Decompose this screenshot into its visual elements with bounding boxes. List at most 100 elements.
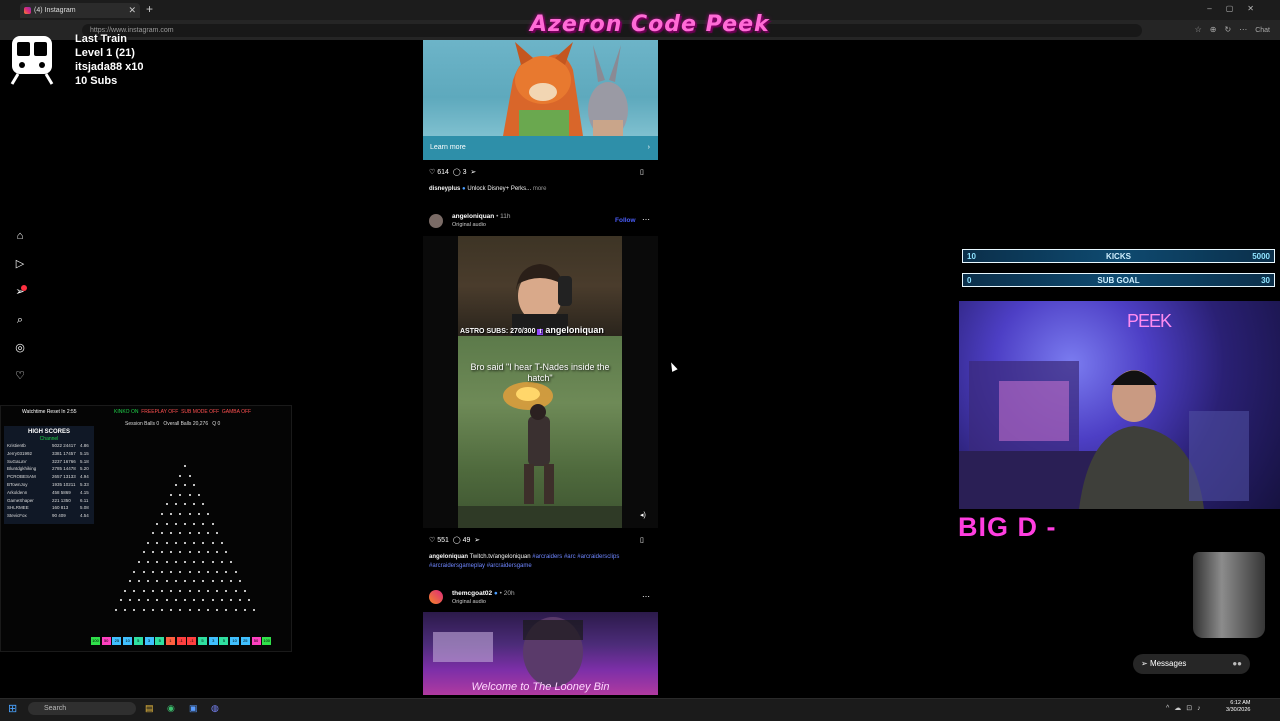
share-icon[interactable]: ➢ xyxy=(470,169,476,176)
plinko-slot: -1 xyxy=(187,637,197,645)
plinko-slot: 10 xyxy=(230,637,240,645)
plinko-peg xyxy=(207,589,209,592)
mute-icon[interactable]: ◂) xyxy=(640,511,646,519)
plinko-peg xyxy=(161,513,163,515)
train-level: Level 1 (21) xyxy=(75,47,135,59)
save-icon[interactable]: ▯ xyxy=(640,536,644,544)
browser-tab[interactable]: (4) Instagram ✕ xyxy=(20,3,140,18)
alert-text: BIG D - xyxy=(958,512,1057,542)
plinko-peg xyxy=(188,493,191,496)
ad-image[interactable] xyxy=(423,40,658,136)
like-icon[interactable]: ♡ xyxy=(429,537,435,544)
taskbar-search[interactable]: Search xyxy=(28,702,136,715)
notifications-icon[interactable]: ♡ xyxy=(13,369,27,383)
post3-username-text[interactable]: themcgoat02 xyxy=(452,590,492,597)
discord-icon[interactable]: ◍ xyxy=(211,703,219,714)
stream-title: Azeron Code Peek xyxy=(530,12,770,37)
message-avatars: ●● xyxy=(1232,659,1242,668)
verified-icon: ● xyxy=(493,590,498,597)
plinko-peg xyxy=(151,589,154,592)
score-name: Bluntdgkhiking xyxy=(7,466,37,472)
kinko-status: KINKO ON xyxy=(114,409,139,415)
messages-button[interactable]: ➢ Messages ●● xyxy=(1133,654,1250,674)
plinko-peg xyxy=(188,474,191,477)
browser-toolbar-icons[interactable]: ☆⊕↻⋯Chat xyxy=(1195,25,1270,34)
score-name: PCROBESAM xyxy=(7,474,36,480)
plinko-peg xyxy=(230,561,232,563)
post2-audio[interactable]: Original audio xyxy=(452,222,486,228)
plinko-peg xyxy=(188,589,191,592)
post2-tags-2[interactable]: #arcraidersgameplay #arcraidersgame xyxy=(429,563,532,569)
save-icon[interactable]: ▯ xyxy=(640,168,644,176)
app-icon[interactable]: ▣ xyxy=(189,703,198,714)
chrome-icon[interactable]: ◉ xyxy=(167,703,175,714)
search-icon[interactable]: ⌕ xyxy=(13,313,27,327)
webcam-label: PEEK xyxy=(1127,311,1172,331)
learn-more-button[interactable]: Learn more › xyxy=(423,136,658,160)
glass-graphic xyxy=(1193,552,1265,638)
post2-caption-user[interactable]: angeloniquan xyxy=(429,554,468,560)
ad-caption: disneyplus ● Unlock Disney+ Perks... mor… xyxy=(429,186,547,192)
plinko-peg xyxy=(211,580,214,583)
avatar[interactable] xyxy=(429,214,443,228)
submode-status: SUB MODE OFF xyxy=(181,409,220,415)
plinko-peg xyxy=(211,541,214,544)
plinko-slot: 3 xyxy=(144,637,154,645)
plinko-slot: -1 xyxy=(176,637,186,645)
ad-caption-user[interactable]: disneyplus xyxy=(429,186,460,192)
like-icon[interactable]: ♡ xyxy=(429,169,435,176)
avatar[interactable] xyxy=(429,590,443,604)
plinko-peg xyxy=(193,522,196,525)
post2-username-text[interactable]: angeloniquan xyxy=(452,213,494,220)
file-explorer-icon[interactable]: ▤ xyxy=(145,703,154,714)
tab-title: (4) Instagram xyxy=(34,7,76,14)
explore-icon[interactable]: ◎ xyxy=(13,341,27,355)
plinko-watchtime: Watchtime Reset In 2:55 xyxy=(22,409,77,415)
taskbar-clock[interactable]: 6:12 AM 3/30/2026 xyxy=(1226,700,1250,714)
more-options-icon[interactable]: ⋯ xyxy=(642,592,650,601)
home-icon[interactable]: ⌂ xyxy=(13,229,27,243)
plinko-peg xyxy=(243,589,246,592)
more-options-icon[interactable]: ⋯ xyxy=(642,215,650,224)
score-name: BTownJoy xyxy=(7,482,28,487)
ad-like-count: 614 xyxy=(437,169,449,176)
clock-date: 3/30/2026 xyxy=(1226,707,1251,713)
score-ratio: 4.54 xyxy=(80,513,89,519)
comment-icon[interactable]: ◯ xyxy=(453,537,461,544)
plinko-slot: 1 xyxy=(165,637,175,645)
high-scores-title: HIGH SCORES xyxy=(27,429,70,435)
plinko-peg xyxy=(161,609,163,611)
plinko-slot: 25 xyxy=(112,637,122,645)
reels-icon[interactable]: ▷ xyxy=(13,257,27,271)
share-icon[interactable]: ➢ xyxy=(474,537,480,544)
taskbar: ⊞ ▤ ◉ ▣ ◍ xyxy=(0,698,1280,721)
score-ratio: 5.08 xyxy=(80,505,89,511)
comment-icon[interactable]: ◯ xyxy=(453,169,461,176)
close-tab-icon[interactable]: ✕ xyxy=(128,3,136,18)
plinko-slot: 5 xyxy=(133,637,143,645)
plinko-peg xyxy=(184,541,186,544)
system-tray-icons[interactable]: ^☁⊡♪ xyxy=(1166,704,1206,712)
ad-comment-count: 3 xyxy=(462,169,467,176)
plinko-slot: 25 xyxy=(240,637,250,645)
post3-username[interactable]: themcgoat02 ● • 20h xyxy=(452,590,515,597)
window-controls[interactable]: –▢✕ xyxy=(1207,4,1268,13)
chat-label[interactable]: Chat xyxy=(1255,27,1270,34)
more-link[interactable]: more xyxy=(533,186,547,192)
train-user: itsjada88 x10 xyxy=(75,61,144,73)
windows-start-icon[interactable]: ⊞ xyxy=(8,702,17,715)
post3-audio[interactable]: Original audio xyxy=(452,599,486,605)
score-values: 160 813 xyxy=(52,505,69,511)
score-ratio: 6.11 xyxy=(80,497,89,503)
session-balls: Session Balls 0 xyxy=(125,421,160,427)
kicks-target: 5000 xyxy=(1252,252,1270,261)
plinko-peg xyxy=(115,609,117,611)
post2-username[interactable]: angeloniquan • 11h xyxy=(452,213,511,220)
chevron-right-icon: › xyxy=(647,144,650,151)
new-tab-icon[interactable]: + xyxy=(146,2,153,16)
follow-button[interactable]: Follow xyxy=(615,217,636,224)
high-scores-subtitle: Channel xyxy=(39,436,59,442)
overlay-handle: angeloniquan xyxy=(545,325,604,335)
mouse-cursor xyxy=(668,361,678,372)
post2-tags-1[interactable]: #arcraiders #arc #arcraidersclips xyxy=(532,554,619,560)
